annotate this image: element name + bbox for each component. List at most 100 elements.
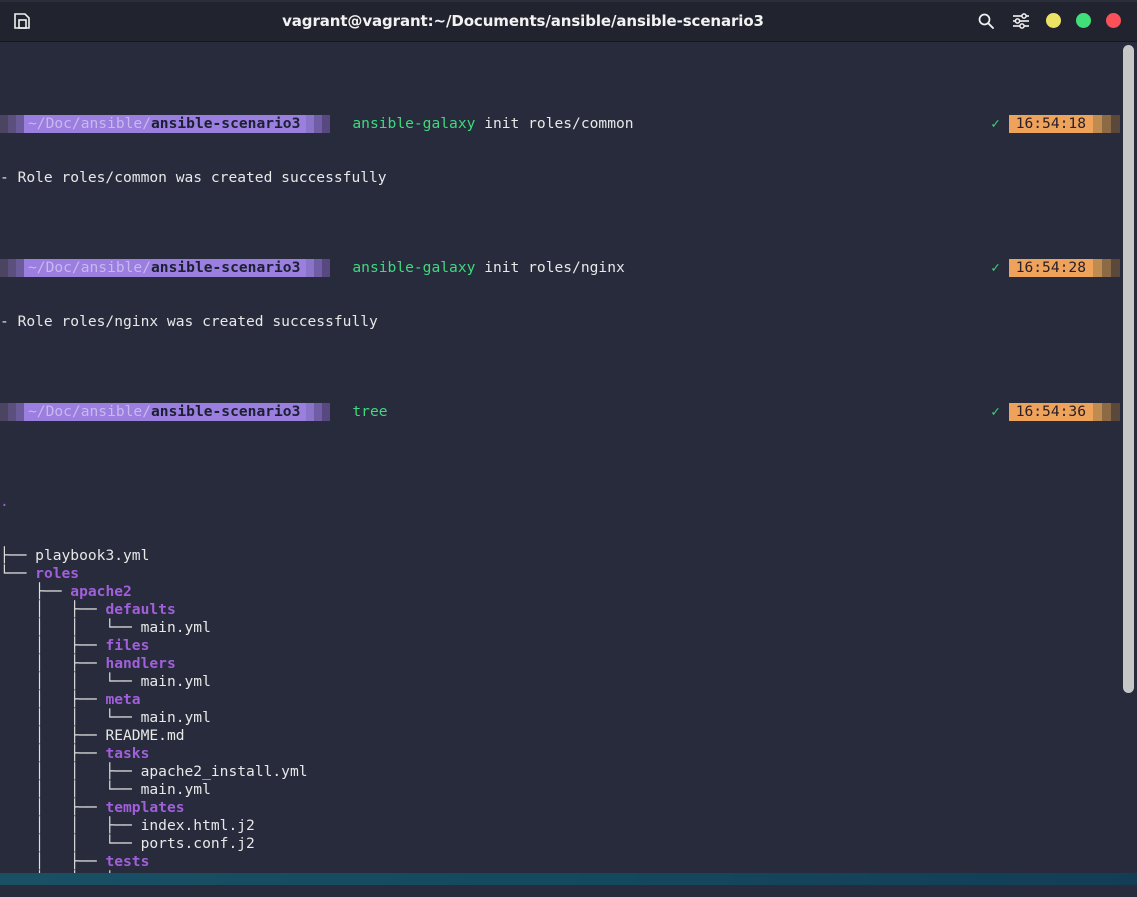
powerline-tail-1 [306,403,314,421]
tree-branch-glyph: │ │ ├── [0,763,141,780]
prompt-line: ~/Doc/ansible/ansible-scenario3 ansible-… [0,115,1137,133]
prompt-path-prefix: ~/Doc/ansible/ [28,259,151,277]
tree-file-name: main.yml [141,709,211,726]
powerline-cap-2 [8,115,16,133]
prompt-path-name: ansible-scenario3 [151,403,300,421]
window-minimize-button[interactable] [1046,13,1061,28]
tree-branch-glyph: │ │ ├── [0,817,141,834]
search-icon[interactable] [976,11,996,31]
scrollbar-thumb[interactable] [1123,45,1134,693]
tree-file-name: playbook3.yml [35,547,149,564]
tree-file-name: main.yml [141,673,211,690]
powerline-tail-2 [314,403,322,421]
command-output: - Role roles/nginx was created successfu… [0,313,1137,331]
timestamp-fade-3 [1111,403,1120,421]
status-check-icon: ✓ [991,403,1008,421]
command-text: tree [330,403,387,421]
powerline-tail-3 [322,403,330,421]
timestamp-fade-1 [1093,259,1102,277]
tree-row: │ ├── handlers [0,655,1137,673]
timestamp-fade-2 [1102,403,1111,421]
tree-branch-glyph: │ │ └── [0,835,141,852]
tree-branch-glyph: │ ├── [0,691,105,708]
powerline-tail-3 [322,259,330,277]
timestamp-fade-1 [1093,115,1102,133]
powerline-tail-1 [306,115,314,133]
tree-branch-glyph: │ │ └── [0,781,141,798]
tree-file-name: ports.conf.j2 [141,835,255,852]
tree-file-name: README.md [105,727,184,744]
command-args: init roles/nginx [475,259,624,277]
terminal-content: ~/Doc/ansible/ansible-scenario3 ansible-… [0,42,1137,885]
tree-file-name: index.html.j2 [141,817,255,834]
command-text: ansible-galaxy init roles/common [330,115,633,133]
tree-directory-name: tests [105,853,149,870]
tree-row: │ ├── files [0,637,1137,655]
titlebar-left-group [0,11,70,31]
terminal-window[interactable]: ~/Doc/ansible/ansible-scenario3 ansible-… [0,42,1137,885]
prompt-path-name: ansible-scenario3 [151,115,300,133]
powerline-cap-3 [16,115,24,133]
tree-listing: ├── playbook3.yml└── roles ├── apache2 │… [0,547,1137,885]
tree-directory-name: handlers [105,655,175,672]
prompt-right-status: ✓ 16:54:18 [991,115,1120,133]
tree-branch-glyph: │ ├── [0,745,105,762]
command-name: ansible-galaxy [352,259,475,277]
tree-directory-name: defaults [105,601,175,618]
powerline-cap-1 [0,115,8,133]
tree-branch-glyph: ├── [0,583,70,600]
tree-root: . [0,493,1137,511]
window-titlebar: vagrant@vagrant:~/Documents/ansible/ansi… [0,0,1137,42]
tree-row: │ ├── README.md [0,727,1137,745]
prompt-line: ~/Doc/ansible/ansible-scenario3 ansible-… [0,259,1137,277]
tree-branch-glyph: │ ├── [0,727,105,744]
window-close-button[interactable] [1106,13,1121,28]
powerline-tail-1 [306,259,314,277]
tree-directory-name: files [105,637,149,654]
tree-row: │ │ └── main.yml [0,673,1137,691]
tree-branch-glyph: │ ├── [0,655,105,672]
sliders-icon[interactable] [1011,11,1031,31]
tree-branch-glyph: └── [0,565,35,582]
tree-row: │ ├── tasks [0,745,1137,763]
tree-row: │ │ └── main.yml [0,709,1137,727]
timestamp-fade-2 [1102,259,1111,277]
timestamp-fade-2 [1102,115,1111,133]
save-disk-icon[interactable] [12,11,32,31]
tree-directory-name: tasks [105,745,149,762]
status-bar [0,873,1137,885]
command-args: init roles/common [475,115,633,133]
powerline-tail-2 [314,115,322,133]
window-maximize-button[interactable] [1076,13,1091,28]
command-text: ansible-galaxy init roles/nginx [330,259,624,277]
powerline-cap-1 [0,403,8,421]
tree-row: └── roles [0,565,1137,583]
tree-branch-glyph: │ ├── [0,853,105,870]
timestamp-badge: 16:54:18 [1009,115,1093,133]
tree-branch-glyph: │ ├── [0,637,105,654]
tree-row: │ ├── meta [0,691,1137,709]
prompt-path-segment: ~/Doc/ansible/ansible-scenario3 [24,259,306,277]
powerline-cap-2 [8,259,16,277]
tree-directory-name: templates [105,799,184,816]
timestamp-fade-3 [1111,115,1120,133]
tree-branch-glyph: ├── [0,547,35,564]
prompt-right-status: ✓ 16:54:36 [991,403,1120,421]
powerline-tail-3 [322,115,330,133]
prompt-path-prefix: ~/Doc/ansible/ [28,115,151,133]
tree-row: │ │ ├── apache2_install.yml [0,763,1137,781]
powerline-cap-3 [16,403,24,421]
titlebar-accent-line [0,0,1137,2]
powerline-tail-2 [314,259,322,277]
tree-row: │ ├── defaults [0,601,1137,619]
prompt-line: ~/Doc/ansible/ansible-scenario3 tree ✓ 1… [0,403,1137,421]
tree-row: │ ├── tests [0,853,1137,871]
tree-row: │ │ ├── index.html.j2 [0,817,1137,835]
prompt-path-segment: ~/Doc/ansible/ansible-scenario3 [24,403,306,421]
prompt-path-prefix: ~/Doc/ansible/ [28,403,151,421]
scrollbar-track[interactable] [1120,42,1137,885]
tree-directory-name: meta [105,691,140,708]
tree-branch-glyph: │ ├── [0,799,105,816]
timestamp-badge: 16:54:28 [1009,259,1093,277]
tree-branch-glyph: │ ├── [0,601,105,618]
